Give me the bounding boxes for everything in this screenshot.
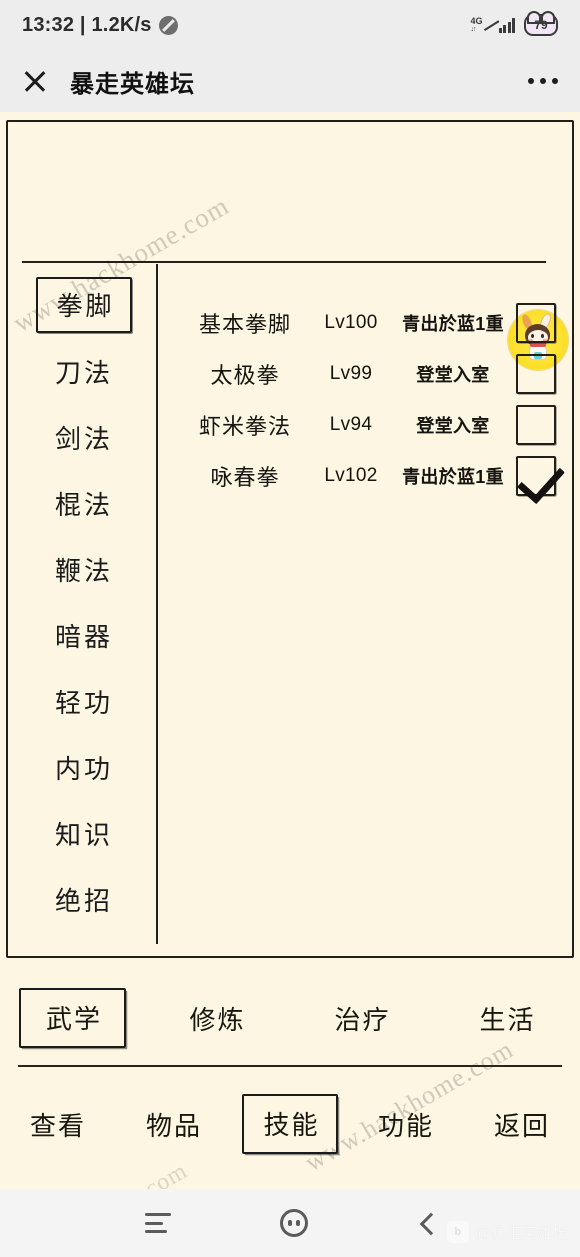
skill-grade: 青出於蓝1重 bbox=[402, 466, 504, 487]
status-bar: 13:32 | 1.2K/s 4G ↓↑ 79 bbox=[0, 0, 580, 50]
skill-checkbox[interactable] bbox=[516, 404, 556, 445]
sidebar-item-juezhao[interactable]: 绝招 bbox=[14, 866, 154, 932]
tab-label: 修炼 bbox=[189, 1004, 246, 1035]
skill-grade: 青出於蓝1重 bbox=[402, 313, 504, 334]
skill-checkbox-checked[interactable] bbox=[516, 455, 556, 496]
network-type-label: 4G ↓↑ bbox=[470, 16, 483, 34]
sidebar-item-label: 剑法 bbox=[54, 423, 113, 454]
home-icon[interactable] bbox=[279, 1209, 308, 1237]
sidebar-item-label: 绝招 bbox=[54, 885, 113, 916]
skill-checkbox[interactable] bbox=[516, 302, 556, 343]
tab-label: 功能 bbox=[377, 1110, 434, 1141]
phone-screen: 13:32 | 1.2K/s 4G ↓↑ 79 暴走英雄坛 www.hackho… bbox=[0, 0, 580, 1257]
tab-label: 治疗 bbox=[334, 1004, 391, 1035]
back-icon[interactable] bbox=[417, 1214, 435, 1232]
table-row[interactable]: 太极拳 Lv99 登堂入室 bbox=[180, 348, 558, 399]
secondary-tab-bar: 查看 物品 技能 功能 返回 bbox=[0, 1078, 580, 1170]
bear-battery-icon: 79 bbox=[524, 11, 558, 36]
skill-checkbox[interactable] bbox=[516, 353, 556, 394]
more-options-icon[interactable] bbox=[528, 78, 558, 84]
tab-bar-divider bbox=[18, 1065, 562, 1067]
tab-fanhui[interactable]: 返回 bbox=[464, 1106, 580, 1143]
skill-checkbox-cell[interactable] bbox=[514, 404, 558, 445]
app-header: 暴走英雄坛 bbox=[0, 50, 580, 112]
sidebar-item-label: 刀法 bbox=[54, 357, 113, 388]
sidebar-item-label: 棍法 bbox=[54, 489, 113, 520]
tab-wuxue[interactable]: 武学 bbox=[0, 988, 145, 1048]
skill-checkbox-cell[interactable] bbox=[514, 455, 558, 496]
tab-xiulian[interactable]: 修炼 bbox=[145, 1000, 290, 1037]
skill-checkbox-cell[interactable] bbox=[514, 353, 558, 394]
panel-horizontal-divider bbox=[22, 261, 546, 263]
recent-apps-icon[interactable] bbox=[144, 1213, 171, 1233]
sidebar-item-label: 暗器 bbox=[54, 621, 113, 652]
tab-chakan[interactable]: 查看 bbox=[0, 1106, 116, 1143]
status-bar-left: 13:32 | 1.2K/s bbox=[22, 14, 178, 37]
tab-label: 物品 bbox=[145, 1110, 202, 1141]
skill-level: Lv100 bbox=[324, 311, 378, 333]
table-row[interactable]: 虾米拳法 Lv94 登堂入室 bbox=[180, 399, 558, 450]
tab-label: 返回 bbox=[493, 1110, 550, 1141]
network-speed-text: 1.2K/s bbox=[91, 13, 152, 36]
skill-list: 基本拳脚 Lv100 青出於蓝1重 太极拳 Lv99 登堂入室 虾米拳法 Lv9… bbox=[180, 297, 558, 501]
panel-vertical-divider bbox=[156, 264, 158, 944]
page-title: 暴走英雄坛 bbox=[70, 70, 195, 98]
tab-jineng[interactable]: 技能 bbox=[232, 1094, 348, 1154]
tab-wupin[interactable]: 物品 bbox=[116, 1106, 232, 1143]
sidebar-item-label: 轻功 bbox=[54, 687, 113, 718]
skill-name: 基本拳脚 bbox=[198, 311, 291, 337]
sidebar-item-qinggong[interactable]: 轻功 bbox=[14, 668, 154, 734]
tab-label: 生活 bbox=[479, 1004, 536, 1035]
primary-tab-bar: 武学 修炼 治疗 生活 bbox=[0, 978, 580, 1058]
sidebar-item-bianfa[interactable]: 鞭法 bbox=[14, 536, 154, 602]
clock-text: 13:32 bbox=[22, 13, 75, 36]
signal-bars-icon bbox=[498, 17, 515, 33]
table-row[interactable]: 咏春拳 Lv102 青出於蓝1重 bbox=[180, 450, 558, 501]
sidebar-item-label: 内功 bbox=[54, 753, 113, 784]
tab-zhiliao[interactable]: 治疗 bbox=[290, 1000, 435, 1037]
status-time-and-speed: 13:32 | 1.2K/s bbox=[22, 14, 152, 37]
skill-grade: 登堂入室 bbox=[416, 364, 490, 385]
game-viewport: www.hackhome.com www.hackhome.com www.ha… bbox=[0, 112, 580, 1189]
network-indicator: 4G ↓↑ bbox=[470, 17, 515, 33]
sidebar-item-gunfa[interactable]: 棍法 bbox=[14, 470, 154, 536]
network-type-text: 4G bbox=[470, 16, 483, 26]
battery-percent-text: 79 bbox=[534, 18, 548, 32]
sidebar-item-label: 知识 bbox=[54, 819, 113, 850]
skill-level: Lv94 bbox=[329, 413, 373, 435]
tab-label: 武学 bbox=[18, 988, 126, 1048]
tab-label: 查看 bbox=[29, 1110, 86, 1141]
skill-name: 虾米拳法 bbox=[198, 413, 291, 439]
sidebar-item-zhishi[interactable]: 知识 bbox=[14, 800, 154, 866]
sidebar-item-anqi[interactable]: 暗器 bbox=[14, 602, 154, 668]
sidebar-item-jianfa[interactable]: 剑法 bbox=[14, 404, 154, 470]
tab-shenghuo[interactable]: 生活 bbox=[435, 1000, 580, 1037]
skill-level: Lv99 bbox=[329, 362, 373, 384]
skill-checkbox-cell[interactable] bbox=[514, 302, 558, 343]
sidebar-item-neigong[interactable]: 内功 bbox=[14, 734, 154, 800]
trend-line-icon bbox=[485, 19, 501, 33]
skill-category-sidebar: 拳脚 刀法 剑法 棍法 鞭法 暗器 轻功 内功 知识 绝招 bbox=[14, 272, 154, 932]
status-separator: | bbox=[79, 13, 86, 36]
sidebar-item-daofa[interactable]: 刀法 bbox=[14, 338, 154, 404]
mute-icon bbox=[158, 15, 178, 35]
tab-label: 技能 bbox=[242, 1094, 338, 1154]
sidebar-item-label: 鞭法 bbox=[54, 555, 113, 586]
skill-grade: 登堂入室 bbox=[416, 415, 490, 436]
skill-name: 咏春拳 bbox=[210, 464, 280, 490]
tab-gongneng[interactable]: 功能 bbox=[348, 1106, 464, 1143]
sidebar-item-quanjiao[interactable]: 拳脚 bbox=[14, 272, 154, 338]
skill-name: 太极拳 bbox=[210, 362, 280, 388]
sidebar-item-label: 拳脚 bbox=[36, 277, 132, 333]
status-bar-right: 4G ↓↑ 79 bbox=[470, 11, 558, 36]
table-row[interactable]: 基本拳脚 Lv100 青出於蓝1重 bbox=[180, 297, 558, 348]
close-icon[interactable] bbox=[22, 68, 48, 94]
data-arrows-icon: ↓↑ bbox=[470, 26, 476, 33]
system-navigation-bar bbox=[0, 1189, 580, 1257]
skill-level: Lv102 bbox=[324, 464, 378, 486]
